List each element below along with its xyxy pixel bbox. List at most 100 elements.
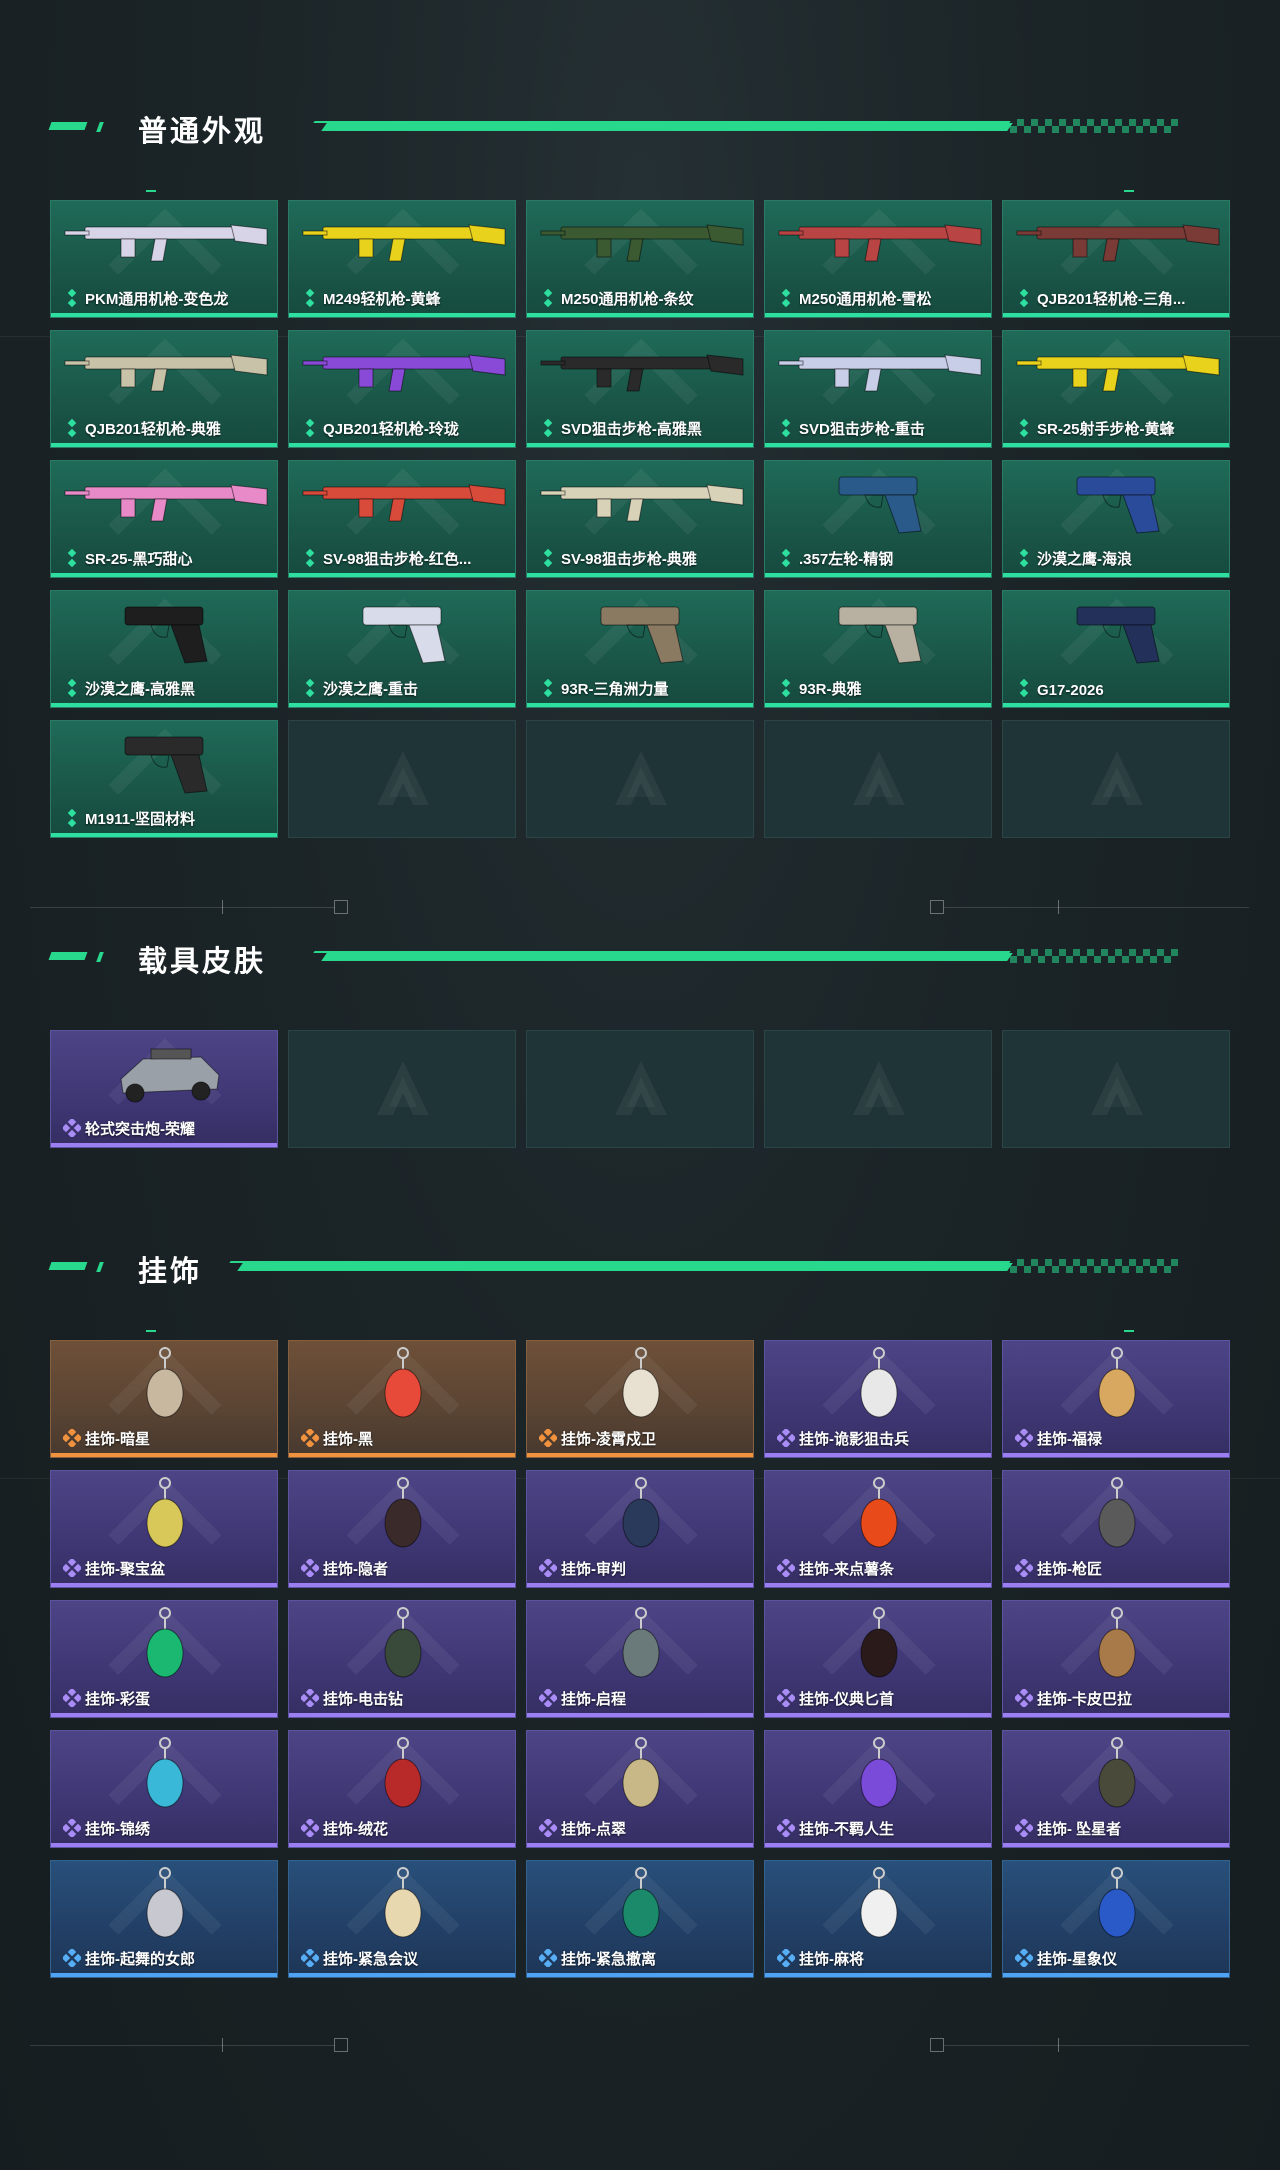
item-name: 挂饰-福禄: [1037, 1431, 1102, 1448]
weapon-card[interactable]: 沙漠之鹰-高雅黑: [50, 590, 278, 708]
charm-card[interactable]: 挂饰-福禄: [1002, 1340, 1230, 1458]
weapon-card[interactable]: M249轻机枪-黄蜂: [288, 200, 516, 318]
charm-card[interactable]: 挂饰-彩蛋: [50, 1600, 278, 1718]
weapon-card[interactable]: 沙漠之鹰-海浪: [1002, 460, 1230, 578]
rifle-icon: [302, 484, 506, 522]
weapon-card[interactable]: QJB201轻机枪-三角...: [1002, 200, 1230, 318]
item-name: QJB201轻机枪-典雅: [85, 421, 221, 438]
item-name: 挂饰-起舞的女郎: [85, 1951, 195, 1968]
placeholder-logo-icon: [853, 1061, 905, 1115]
weapon-card[interactable]: SVD狙击步枪-高雅黑: [526, 330, 754, 448]
item-name: 沙漠之鹰-重击: [323, 681, 418, 698]
section-title: 载具皮肤: [138, 946, 267, 978]
charm-card[interactable]: 挂饰-卡皮巴拉: [1002, 1600, 1230, 1718]
divider-decoration: [0, 2034, 1280, 2058]
charm-card[interactable]: 挂饰-仪典匕首: [764, 1600, 992, 1718]
charm-card[interactable]: 挂饰-枪匠: [1002, 1470, 1230, 1588]
item-name: 挂饰-点翠: [561, 1821, 626, 1838]
item-name: 轮式突击炮-荣耀: [85, 1121, 195, 1138]
empty-slot: [526, 720, 754, 838]
item-name: 挂饰-审判: [561, 1561, 626, 1578]
charm-icon: [1098, 1737, 1136, 1808]
charm-icon: [384, 1867, 422, 1938]
charm-card[interactable]: 挂饰- 坠星者: [1002, 1730, 1230, 1848]
weapon-card[interactable]: SV-98狙击步枪-典雅: [526, 460, 754, 578]
charm-card[interactable]: 挂饰-黑: [288, 1340, 516, 1458]
charm-card[interactable]: 挂饰-起舞的女郎: [50, 1860, 278, 1978]
item-name: 挂饰-黑: [323, 1431, 373, 1448]
charm-card[interactable]: 挂饰-隐者: [288, 1470, 516, 1588]
quality-diamond-icon: [1015, 1819, 1033, 1837]
weapon-card[interactable]: .357左轮-精钢: [764, 460, 992, 578]
placeholder-logo-icon: [1091, 1061, 1143, 1115]
pistol-icon: [124, 606, 208, 664]
quality-diamond-icon: [539, 1559, 557, 1577]
pistol-icon: [1076, 606, 1160, 664]
quality-diamond-icon: [301, 1819, 319, 1837]
weapon-card[interactable]: G17-2026: [1002, 590, 1230, 708]
charm-card[interactable]: 挂饰-绒花: [288, 1730, 516, 1848]
section-header: 普通外观: [48, 102, 1230, 152]
charm-card[interactable]: 挂饰-诡影狙击兵: [764, 1340, 992, 1458]
weapon-card[interactable]: M1911-坚固材料: [50, 720, 278, 838]
quality-diamond-icon: [301, 1429, 319, 1447]
weapon-card[interactable]: M250通用机枪-雪松: [764, 200, 992, 318]
item-name: 挂饰-仪典匕首: [799, 1691, 894, 1708]
item-name: 挂饰-紧急会议: [323, 1951, 418, 1968]
quality-diamond-icon: [1015, 1559, 1033, 1577]
weapon-card[interactable]: SVD狙击步枪-重击: [764, 330, 992, 448]
item-name: 93R-三角洲力量: [561, 681, 669, 698]
quality-diamond-icon: [543, 549, 553, 567]
quality-diamond-icon: [1015, 1949, 1033, 1967]
charm-card[interactable]: 挂饰-点翠: [526, 1730, 754, 1848]
quality-diamond-icon: [63, 1119, 81, 1137]
empty-slot: [764, 1030, 992, 1148]
weapon-card[interactable]: SR-25-黑巧甜心: [50, 460, 278, 578]
charm-card[interactable]: 挂饰-不羁人生: [764, 1730, 992, 1848]
charm-card[interactable]: 挂饰-紧急撤离: [526, 1860, 754, 1978]
quality-diamond-icon: [777, 1559, 795, 1577]
quality-diamond-icon: [301, 1559, 319, 1577]
charm-card[interactable]: 挂饰-锦绣: [50, 1730, 278, 1848]
quality-diamond-icon: [305, 289, 315, 307]
charm-card[interactable]: 挂饰-聚宝盆: [50, 1470, 278, 1588]
item-name: 沙漠之鹰-海浪: [1037, 551, 1132, 568]
item-name: 挂饰-来点薯条: [799, 1561, 894, 1578]
item-name: 挂饰-隐者: [323, 1561, 388, 1578]
quality-diamond-icon: [63, 1429, 81, 1447]
rifle-icon: [1016, 224, 1220, 262]
weapon-card[interactable]: SR-25射手步枪-黄蜂: [1002, 330, 1230, 448]
weapon-card[interactable]: PKM通用机枪-变色龙: [50, 200, 278, 318]
pistol-icon: [838, 606, 922, 664]
item-name: 挂饰-暗星: [85, 1431, 150, 1448]
item-name: 沙漠之鹰-高雅黑: [85, 681, 195, 698]
placeholder-logo-icon: [377, 751, 429, 805]
weapon-card[interactable]: 93R-典雅: [764, 590, 992, 708]
weapon-card[interactable]: QJB201轻机枪-玲珑: [288, 330, 516, 448]
charm-card[interactable]: 挂饰-紧急会议: [288, 1860, 516, 1978]
quality-diamond-icon: [305, 419, 315, 437]
weapon-card[interactable]: 沙漠之鹰-重击: [288, 590, 516, 708]
charm-card[interactable]: 挂饰-电击钻: [288, 1600, 516, 1718]
item-name: 挂饰-锦绣: [85, 1821, 150, 1838]
quality-diamond-icon: [63, 1819, 81, 1837]
charm-icon: [860, 1607, 898, 1678]
rifle-icon: [302, 224, 506, 262]
charm-card[interactable]: 挂饰-凌霄戍卫: [526, 1340, 754, 1458]
weapon-card[interactable]: 93R-三角洲力量: [526, 590, 754, 708]
vehicle-card[interactable]: 轮式突击炮-荣耀: [50, 1030, 278, 1148]
item-name: M250通用机枪-条纹: [561, 291, 694, 308]
divider-decoration: [0, 896, 1280, 920]
item-name: M1911-坚固材料: [85, 811, 196, 828]
section-vehicle-skins: 载具皮肤 轮式突击炮-荣耀: [48, 932, 1230, 1148]
charm-card[interactable]: 挂饰-暗星: [50, 1340, 278, 1458]
item-name: SV-98狙击步枪-典雅: [561, 551, 697, 568]
charm-card[interactable]: 挂饰-审判: [526, 1470, 754, 1588]
charm-card[interactable]: 挂饰-启程: [526, 1600, 754, 1718]
charm-card[interactable]: 挂饰-麻将: [764, 1860, 992, 1978]
weapon-card[interactable]: SV-98狙击步枪-红色...: [288, 460, 516, 578]
weapon-card[interactable]: QJB201轻机枪-典雅: [50, 330, 278, 448]
weapon-card[interactable]: M250通用机枪-条纹: [526, 200, 754, 318]
charm-card[interactable]: 挂饰-星象仪: [1002, 1860, 1230, 1978]
charm-card[interactable]: 挂饰-来点薯条: [764, 1470, 992, 1588]
